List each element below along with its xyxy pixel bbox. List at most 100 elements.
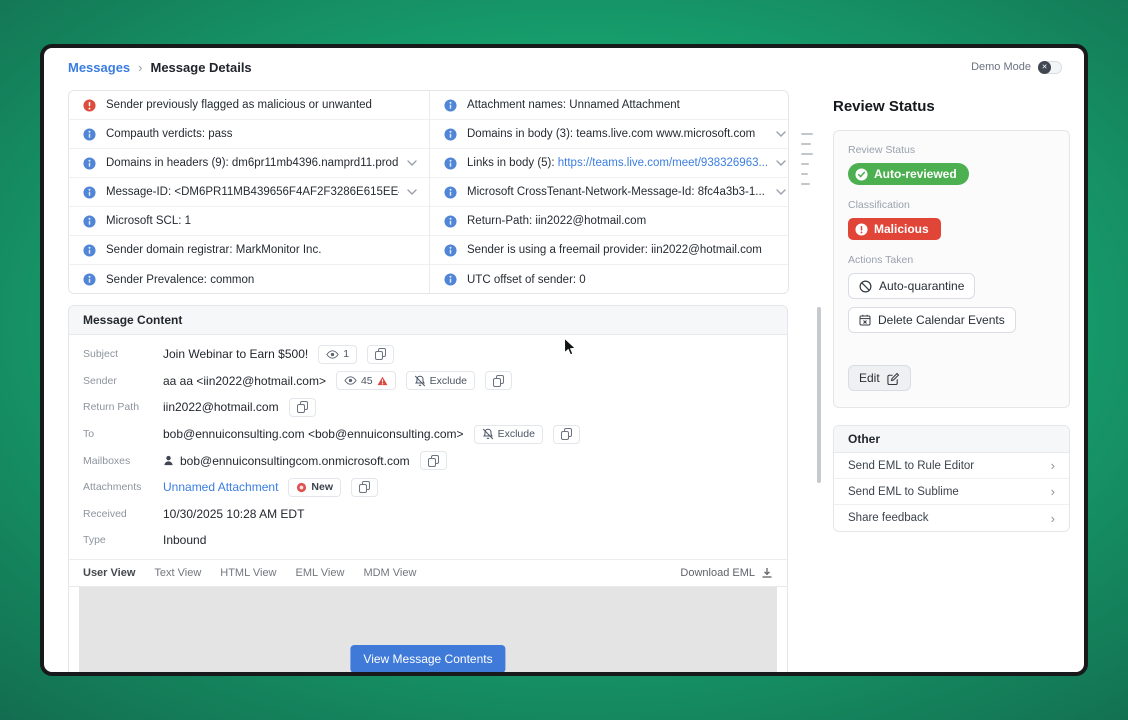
attribute-row[interactable]: Message-ID: <DM6PR11MB439656F4AF2F3286E6… <box>69 178 429 207</box>
chevron-down-icon[interactable] <box>776 160 786 166</box>
review-status-label: Review Status <box>848 144 1055 156</box>
field-received: Received 10/30/2025 10:28 AM EDT <box>83 501 773 528</box>
attribute-link[interactable]: https://teams.live.com/meet/938326963... <box>558 157 768 169</box>
chevron-right-icon: › <box>1051 484 1055 499</box>
attribute-text: Message-ID: <DM6PR11MB439656F4AF2F3286E6… <box>106 186 399 198</box>
copy-button[interactable] <box>420 451 447 470</box>
download-icon <box>761 567 773 579</box>
subject-value: Join Webinar to Earn $500! <box>163 347 308 361</box>
mailboxes-value: bob@ennuiconsultingcom.onmicrosoft.com <box>180 454 410 468</box>
field-label: Return Path <box>83 401 163 413</box>
auto-reviewed-badge: Auto-reviewed <box>848 163 969 185</box>
chevron-right-icon: › <box>1051 511 1055 526</box>
person-icon <box>163 455 174 466</box>
demo-mode-label: Demo Mode <box>971 61 1031 73</box>
field-label: To <box>83 428 163 440</box>
field-return-path: Return Path iin2022@hotmail.com <box>83 394 773 421</box>
copy-button[interactable] <box>351 478 378 497</box>
attachment-link[interactable]: Unnamed Attachment <box>163 480 278 494</box>
copy-button[interactable] <box>367 345 394 364</box>
threat-dot-icon <box>296 482 307 493</box>
auto-quarantine-chip[interactable]: Auto-quarantine <box>848 273 975 299</box>
field-label: Received <box>83 508 163 520</box>
top-bar: Messages › Message Details Demo Mode ✕ <box>44 48 1084 86</box>
attribute-row: Compauth verdicts: pass <box>69 120 429 149</box>
info-icon <box>444 244 457 257</box>
bell-slash-icon <box>414 375 426 387</box>
edit-icon <box>887 372 900 385</box>
attribute-row[interactable]: Domains in headers (9): dm6pr11mb4396.na… <box>69 149 429 178</box>
attribute-text: Attachment names: Unnamed Attachment <box>467 99 786 111</box>
info-icon <box>444 186 457 199</box>
edit-button[interactable]: Edit <box>848 365 911 391</box>
attribute-row[interactable]: Links in body (5): https://teams.live.co… <box>430 149 789 178</box>
new-attachment-badge: New <box>288 478 341 497</box>
attribute-text: Return-Path: iin2022@hotmail.com <box>467 215 786 227</box>
message-viewer-area: View Message Contents <box>79 587 777 676</box>
chevron-down-icon[interactable] <box>407 160 417 166</box>
tab-html-view[interactable]: HTML View <box>220 567 276 579</box>
attribute-text: Microsoft CrossTenant-Network-Message-Id… <box>467 186 768 198</box>
sidebar-title: Review Status <box>833 98 1070 115</box>
field-label: Subject <box>83 348 163 360</box>
chevron-down-icon[interactable] <box>776 131 786 137</box>
attribute-row: Sender previously flagged as malicious o… <box>69 91 429 120</box>
eye-icon <box>326 350 339 359</box>
delete-calendar-events-chip[interactable]: Delete Calendar Events <box>848 307 1016 333</box>
vertical-scrollbar-thumb[interactable] <box>817 307 821 483</box>
other-item-send-eml-to-sublime[interactable]: Send EML to Sublime› <box>834 479 1069 505</box>
sender-views-pill[interactable]: 45 <box>336 371 396 390</box>
copy-button[interactable] <box>485 371 512 390</box>
view-tabs: User View Text View HTML View EML View MDM V… <box>83 567 416 579</box>
actions-taken-label: Actions Taken <box>848 254 1055 266</box>
copy-icon <box>428 455 439 467</box>
attribute-text: Links in body (5): https://teams.live.co… <box>467 157 768 169</box>
field-attachments: Attachments Unnamed Attachment New <box>83 474 773 501</box>
attribute-row: Return-Path: iin2022@hotmail.com <box>430 207 789 236</box>
copy-button[interactable] <box>289 398 316 417</box>
attributes-panel: Sender previously flagged as malicious o… <box>68 90 789 294</box>
exclude-recipient-button[interactable]: Exclude <box>474 425 543 444</box>
copy-button[interactable] <box>553 425 580 444</box>
tab-text-view[interactable]: Text View <box>154 567 201 579</box>
chevron-right-icon: › <box>1051 458 1055 473</box>
chevron-down-icon[interactable] <box>776 189 786 195</box>
attribute-text: Domains in body (3): teams.live.com www.… <box>467 128 768 140</box>
subject-views-pill[interactable]: 1 <box>318 345 357 364</box>
tab-user-view[interactable]: User View <box>83 567 135 579</box>
other-title: Other <box>834 426 1069 453</box>
attribute-text: Domains in headers (9): dm6pr11mb4396.na… <box>106 157 399 169</box>
breadcrumb-messages-link[interactable]: Messages <box>68 60 130 75</box>
download-eml-button[interactable]: Download EML <box>680 567 773 579</box>
malicious-badge: Malicious <box>848 218 941 240</box>
copy-icon <box>493 375 504 387</box>
type-value: Inbound <box>163 533 206 547</box>
demo-mode-toggle[interactable]: ✕ <box>1038 61 1062 74</box>
field-type: Type Inbound <box>83 527 773 554</box>
attribute-row[interactable]: Domains in body (3): teams.live.com www.… <box>430 120 789 149</box>
attribute-row[interactable]: Microsoft CrossTenant-Network-Message-Id… <box>430 178 789 207</box>
attribute-text: Compauth verdicts: pass <box>106 128 417 140</box>
field-to: To bob@ennuiconsulting.com <bob@ennuicon… <box>83 421 773 448</box>
calendar-x-icon <box>859 314 871 326</box>
demo-mode-control: Demo Mode ✕ <box>971 61 1062 74</box>
info-icon <box>83 128 96 141</box>
info-icon <box>83 215 96 228</box>
return-path-value: iin2022@hotmail.com <box>163 400 279 414</box>
attribute-text: Sender previously flagged as malicious o… <box>106 99 417 111</box>
view-message-contents-button[interactable]: View Message Contents <box>350 645 505 673</box>
other-item-send-eml-to-rule-editor[interactable]: Send EML to Rule Editor› <box>834 453 1069 479</box>
attribute-text: Sender Prevalence: common <box>106 274 417 286</box>
info-icon <box>83 244 96 257</box>
warning-triangle-icon <box>377 376 388 386</box>
exclude-sender-button[interactable]: Exclude <box>406 371 475 390</box>
chevron-down-icon[interactable] <box>407 189 417 195</box>
sender-value: aa aa <iin2022@hotmail.com> <box>163 374 326 388</box>
other-item-share-feedback[interactable]: Share feedback› <box>834 505 1069 531</box>
tab-eml-view[interactable]: EML View <box>296 567 345 579</box>
attribute-row: Attachment names: Unnamed Attachment <box>430 91 789 120</box>
field-subject: Subject Join Webinar to Earn $500! 1 <box>83 341 773 368</box>
info-icon <box>444 157 457 170</box>
tab-mdm-view[interactable]: MDM View <box>363 567 416 579</box>
app-window: Messages › Message Details Demo Mode ✕ S… <box>40 44 1088 676</box>
